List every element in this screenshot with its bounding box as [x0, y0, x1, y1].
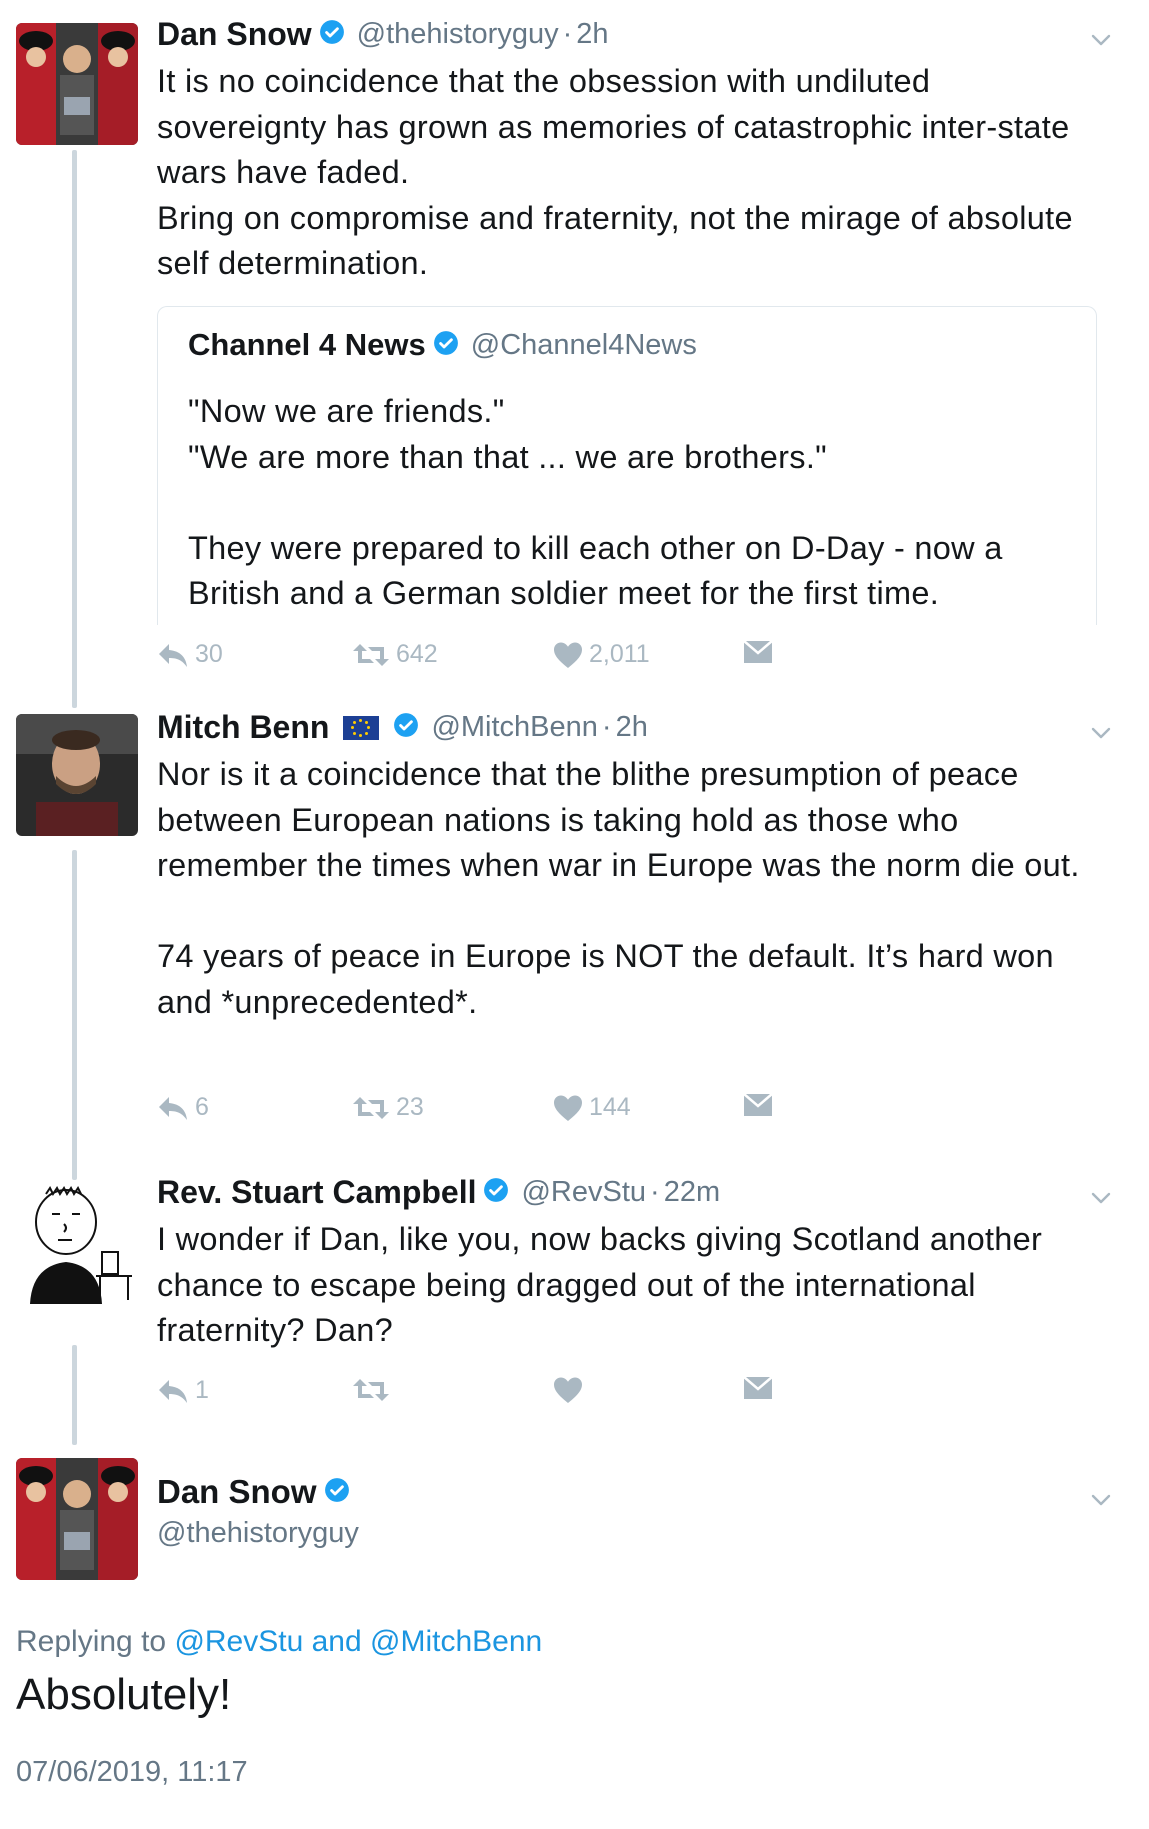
replying-and: and	[311, 1625, 362, 1658]
thread-line	[72, 150, 77, 708]
like-button[interactable]: 2,011	[553, 640, 650, 669]
retweet-button[interactable]: 23	[352, 1093, 424, 1122]
replying-to: Replying to @RevStu and @MitchBenn	[16, 1625, 542, 1659]
reply-button[interactable]: 30	[157, 640, 223, 669]
quoted-display-name: Channel 4 News	[188, 327, 426, 362]
display-name[interactable]: Dan Snow	[157, 16, 312, 53]
heart-icon	[554, 1095, 582, 1121]
chevron-down-icon[interactable]	[1089, 28, 1113, 52]
direct-message-button[interactable]	[743, 640, 773, 664]
like-button[interactable]: 144	[553, 1093, 631, 1122]
tweet-time[interactable]: 22m	[664, 1176, 720, 1209]
like-count: 144	[589, 1093, 631, 1121]
reply-icon	[159, 1379, 187, 1403]
heart-icon	[554, 1377, 582, 1403]
separator-dot: ·	[562, 18, 573, 50]
chevron-down-icon[interactable]	[1089, 721, 1113, 745]
tweet-timestamp[interactable]: 07/06/2019, 11:17	[16, 1756, 248, 1789]
tweet-actions: 1	[157, 1376, 797, 1416]
quoted-tweet[interactable]: Channel 4 News @Channel4News "Now we are…	[157, 306, 1097, 625]
quoted-handle: @Channel4News	[470, 328, 697, 361]
tweet-actions: 30 642 2,011	[157, 640, 797, 680]
direct-message-button[interactable]	[743, 1376, 773, 1400]
envelope-icon	[743, 640, 773, 663]
envelope-icon	[743, 1093, 773, 1116]
retweet-button[interactable]	[352, 1376, 396, 1404]
cartoon-avatar[interactable]	[16, 1182, 138, 1304]
retweet-icon	[353, 1096, 389, 1119]
tweet-text: It is no coincidence that the obsession …	[157, 63, 1073, 281]
focused-tweet-header: Dan Snow	[157, 1473, 350, 1511]
mitch-benn-avatar[interactable]	[16, 714, 138, 836]
like-button[interactable]	[553, 1376, 589, 1404]
display-name[interactable]: Dan Snow	[157, 1473, 317, 1511]
heart-icon	[554, 642, 582, 668]
retweet-button[interactable]: 642	[352, 640, 438, 669]
tweet-text: I wonder if Dan, like you, now backs giv…	[157, 1221, 1043, 1348]
verified-badge-icon	[393, 712, 419, 743]
reply-icon	[159, 1096, 187, 1120]
reply-button[interactable]: 6	[157, 1093, 209, 1122]
retweet-count: 23	[396, 1093, 424, 1121]
separator-dot: ·	[601, 711, 612, 743]
user-handle[interactable]: @thehistoryguy	[357, 18, 559, 51]
retweet-icon	[353, 643, 389, 666]
separator-dot: ·	[650, 1176, 660, 1208]
focused-tweet-text: Absolutely!	[16, 1670, 232, 1719]
tweet-header: Dan Snow @thehistoryguy · 2h	[157, 16, 609, 53]
reply-count: 1	[195, 1376, 209, 1404]
chevron-down-icon[interactable]	[1089, 1488, 1113, 1512]
tweet-header: Mitch Benn @MitchBenn · 2h	[157, 709, 648, 746]
tweet-text: Nor is it a coincidence that the blithe …	[157, 756, 1080, 1020]
dan-snow-avatar[interactable]	[16, 23, 138, 145]
verified-badge-icon	[483, 1177, 509, 1208]
user-handle[interactable]: @RevStu	[521, 1176, 646, 1209]
user-handle[interactable]: @MitchBenn	[431, 711, 597, 744]
dan-snow-avatar[interactable]	[16, 1458, 138, 1580]
direct-message-button[interactable]	[743, 1093, 773, 1117]
eu-flag-icon	[343, 715, 380, 740]
tweet-header: Rev. Stuart Campbell @RevStu · 22m	[157, 1174, 720, 1211]
verified-badge-icon	[324, 1477, 350, 1508]
quoted-tweet-text: "Now we are friends." "We are more than …	[188, 393, 1003, 611]
retweet-icon	[353, 1379, 389, 1401]
envelope-icon	[743, 1376, 773, 1399]
reply-count: 6	[195, 1093, 209, 1121]
tweet-time[interactable]: 2h	[576, 18, 608, 51]
replying-prefix: Replying to	[16, 1625, 167, 1658]
tweet-actions: 6 23 144	[157, 1093, 797, 1133]
user-handle[interactable]: @thehistoryguy	[157, 1517, 359, 1550]
chevron-down-icon[interactable]	[1089, 1186, 1113, 1210]
replying-user-link[interactable]: @RevStu	[174, 1625, 303, 1658]
display-name[interactable]: Rev. Stuart Campbell	[157, 1174, 476, 1211]
replying-user-link[interactable]: @MitchBenn	[370, 1625, 542, 1658]
reply-button[interactable]: 1	[157, 1376, 209, 1405]
thread-line	[72, 850, 77, 1180]
quoted-tweet-header: Channel 4 News @Channel4News	[188, 327, 697, 363]
reply-icon	[159, 643, 187, 667]
thread-line	[72, 1345, 77, 1445]
verified-badge-icon	[433, 330, 459, 361]
retweet-count: 642	[396, 640, 438, 668]
verified-badge-icon	[319, 19, 345, 50]
like-count: 2,011	[589, 640, 650, 668]
display-name[interactable]: Mitch Benn	[157, 709, 329, 746]
tweet-time[interactable]: 2h	[616, 711, 648, 744]
focused-tweet-handle-row: @thehistoryguy	[157, 1517, 359, 1550]
reply-count: 30	[195, 640, 223, 668]
